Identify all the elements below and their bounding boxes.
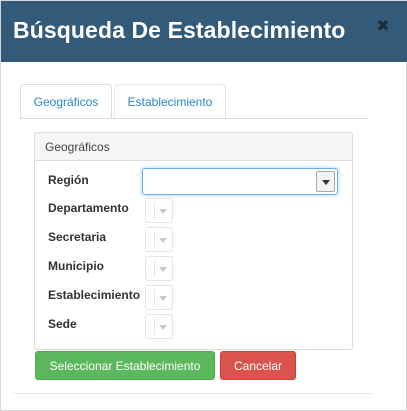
chevron-down-icon xyxy=(159,266,167,272)
modal-title: Búsqueda De Establecimiento xyxy=(13,17,346,43)
sede-label: Sede xyxy=(48,317,77,331)
chevron-down-icon xyxy=(321,179,330,185)
region-select[interactable] xyxy=(142,168,338,195)
modal-header: Búsqueda De Establecimiento ✖ xyxy=(1,1,407,62)
panel-heading: Geográficos xyxy=(35,133,352,161)
dropdown-toggle[interactable] xyxy=(316,171,335,192)
tab-establecimiento[interactable]: Establecimiento xyxy=(114,84,226,119)
select-establishment-button[interactable]: Seleccionar Establecimiento xyxy=(35,351,215,380)
departamento-select[interactable] xyxy=(145,198,173,223)
chevron-down-icon xyxy=(159,237,167,243)
secretaria-label: Secretaria xyxy=(48,230,107,244)
municipio-label: Municipio xyxy=(48,259,104,273)
chevron-down-icon xyxy=(159,324,167,330)
chevron-down-icon xyxy=(159,295,167,301)
tabs-divider xyxy=(19,118,369,119)
tab-label: Establecimiento xyxy=(127,95,213,109)
establecimiento-label: Establecimiento xyxy=(48,288,141,302)
departamento-label: Departamento xyxy=(48,201,129,215)
footer-divider xyxy=(14,393,372,394)
secretaria-select[interactable] xyxy=(145,227,173,252)
sede-select[interactable] xyxy=(145,314,173,339)
close-icon[interactable]: ✖ xyxy=(375,19,391,35)
region-label: Región xyxy=(48,173,89,187)
tab-label: Geográficos xyxy=(33,95,99,109)
tab-geograficos[interactable]: Geográficos xyxy=(20,84,112,119)
cancel-button[interactable]: Cancelar xyxy=(220,351,296,380)
municipio-select[interactable] xyxy=(145,256,173,281)
modal-dialog: Búsqueda De Establecimiento ✖ Geográfico… xyxy=(0,0,407,411)
geograficos-panel: Geográficos Región Departamento Secretar… xyxy=(34,132,353,350)
chevron-down-icon xyxy=(159,208,167,214)
establecimiento-select[interactable] xyxy=(145,285,173,310)
